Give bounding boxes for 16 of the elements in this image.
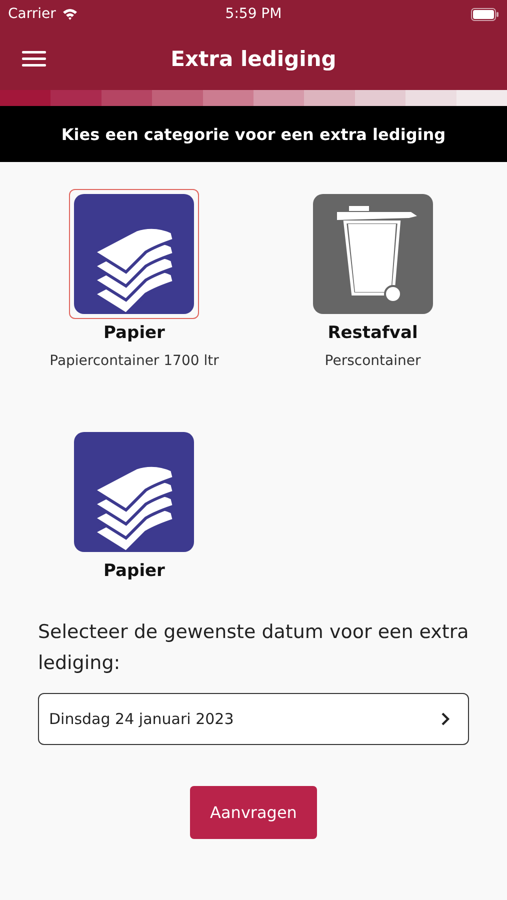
category-subtitle: Perscontainer: [324, 353, 421, 369]
submit-button[interactable]: Aanvragen: [190, 786, 317, 839]
category-subtitle: Papiercontainer 1700 ltr: [50, 353, 219, 369]
category-title: Restafval: [328, 323, 418, 343]
battery-icon: [471, 8, 499, 20]
date-field[interactable]: Dinsdag 24 januari 2023: [38, 693, 469, 745]
category-title: Papier: [104, 323, 165, 343]
carrier-label: Carrier: [8, 6, 56, 22]
date-prompt: Selecteer de gewenste datum voor een extra lediging:: [38, 620, 469, 676]
screen-title: Extra lediging: [170, 47, 336, 71]
status-time: 5:59 PM: [225, 6, 282, 22]
category-title: Papier: [104, 561, 165, 581]
menu-icon[interactable]: [22, 50, 46, 68]
banner-text: Kies een categorie voor een extra lediging: [0, 106, 507, 162]
chevron-right-icon: [441, 712, 450, 726]
wifi-icon: [62, 8, 78, 20]
